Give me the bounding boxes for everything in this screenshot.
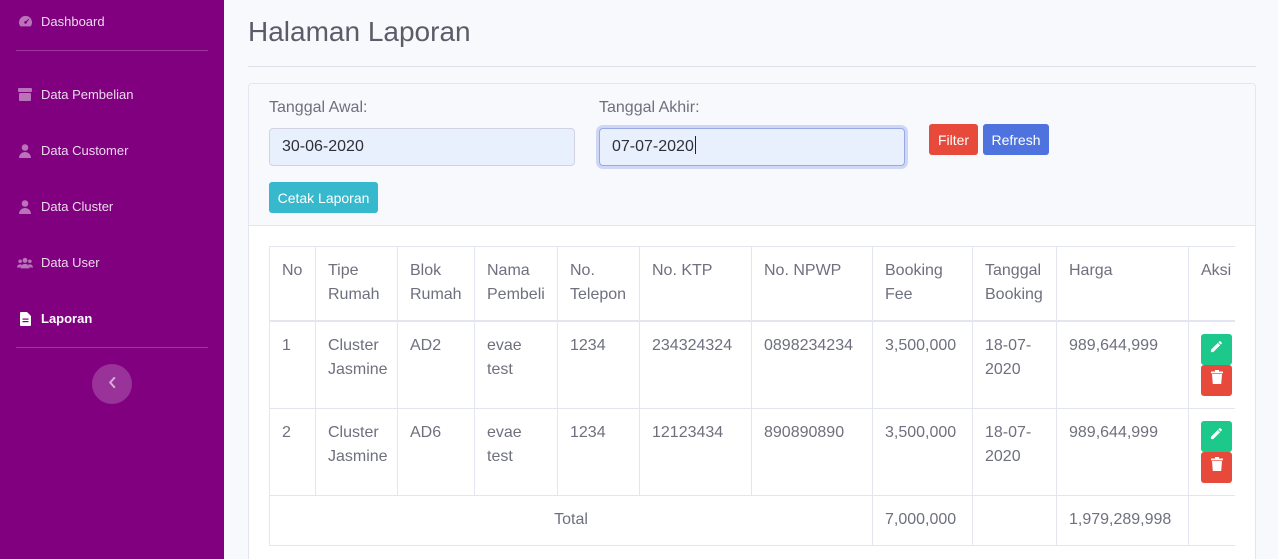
pencil-icon <box>1210 424 1223 448</box>
sidebar-item-data-cluster[interactable]: Data Cluster <box>17 199 113 214</box>
cell-harga: 989,644,999 <box>1056 320 1189 409</box>
sidebar-item-laporan[interactable]: Laporan <box>17 311 92 326</box>
report-card: Tanggal Awal: 30-06-2020 Tanggal Akhir: … <box>248 83 1256 559</box>
tachometer-icon <box>17 15 33 29</box>
cell-blok-rumah: AD6 <box>397 407 475 496</box>
column-header: Tipe Rumah <box>315 246 398 322</box>
chevron-left-icon <box>108 375 116 393</box>
cell-no: 2 <box>269 407 316 496</box>
sidebar-item-label: Data Customer <box>41 143 129 158</box>
sidebar-item-label: Laporan <box>41 311 93 326</box>
cell-harga: 989,644,999 <box>1056 407 1189 496</box>
cell-telepon: 1234 <box>557 407 640 496</box>
sidebar-divider <box>16 347 208 348</box>
sidebar-item-data-user[interactable]: Data User <box>17 255 100 270</box>
sidebar-item-label: Data Pembelian <box>41 87 134 102</box>
cell-nama-pembeli: evae test <box>474 407 558 496</box>
column-header: No. KTP <box>639 246 752 322</box>
cell-ktp: 234324324 <box>639 320 752 409</box>
filter-button[interactable]: Filter <box>929 124 978 155</box>
cell-aksi <box>1188 320 1235 409</box>
total-booking-fee: 7,000,000 <box>872 494 973 546</box>
column-header: No. Telepon <box>557 246 640 322</box>
users-icon <box>17 256 33 270</box>
cell-blok-rumah: AD2 <box>397 320 475 409</box>
pencil-icon <box>1210 337 1223 361</box>
delete-button[interactable] <box>1201 364 1232 396</box>
cell-telepon: 1234 <box>557 320 640 409</box>
cell-nama-pembeli: evae test <box>474 320 558 409</box>
end-date-label: Tanggal Akhir: <box>599 99 700 116</box>
trash-icon <box>1210 455 1223 479</box>
edit-button[interactable] <box>1201 420 1232 452</box>
column-header: Harga <box>1056 246 1189 322</box>
table-row: 1 Cluster Jasmine AD2 evae test 1234 234… <box>269 320 1235 409</box>
trash-icon <box>1210 368 1223 392</box>
start-date-input[interactable]: 30-06-2020 <box>269 128 575 166</box>
report-table-container[interactable]: No Tipe Rumah Blok Rumah Nama Pembeli No… <box>269 246 1235 559</box>
page-title: Halaman Laporan <box>248 16 471 47</box>
cell-no: 1 <box>269 320 316 409</box>
column-header: Booking Fee <box>872 246 973 322</box>
sidebar-divider <box>16 50 208 51</box>
report-table: No Tipe Rumah Blok Rumah Nama Pembeli No… <box>269 246 1235 546</box>
cell-tanggal-booking: 18-07-2020 <box>972 407 1057 496</box>
delete-button[interactable] <box>1201 451 1232 483</box>
total-empty-cell <box>1188 494 1235 546</box>
sidebar-item-data-customer[interactable]: Data Customer <box>17 143 128 158</box>
sidebar-item-label: Data Cluster <box>41 199 114 214</box>
edit-button[interactable] <box>1201 333 1232 365</box>
refresh-button[interactable]: Refresh <box>983 124 1049 155</box>
print-report-button[interactable]: Cetak Laporan <box>269 182 378 213</box>
cell-npwp: 0898234234 <box>751 320 873 409</box>
column-header: Nama Pembeli <box>474 246 558 322</box>
column-header: No. NPWP <box>751 246 873 322</box>
cell-booking-fee: 3,500,000 <box>872 320 973 409</box>
total-label: Total <box>269 494 873 546</box>
table-total-row: Total 7,000,000 1,979,289,998 <box>269 494 1235 546</box>
box-icon <box>17 88 33 102</box>
filter-panel: Tanggal Awal: 30-06-2020 Tanggal Akhir: … <box>249 84 1255 226</box>
cell-booking-fee: 3,500,000 <box>872 407 973 496</box>
user-icon <box>17 143 33 158</box>
cell-npwp: 890890890 <box>751 407 873 496</box>
sidebar: Dashboard Data Pembelian Data Customer D… <box>0 0 224 559</box>
sidebar-item-label: Dashboard <box>41 14 105 29</box>
file-icon <box>17 311 33 326</box>
end-date-input[interactable]: 07-07-2020 <box>599 128 905 166</box>
text-caret <box>694 136 696 154</box>
total-harga: 1,979,289,998 <box>1056 494 1189 546</box>
cell-tipe-rumah: Cluster Jasmine <box>315 407 398 496</box>
column-header: Aksi <box>1188 246 1235 322</box>
sidebar-toggle-button[interactable] <box>92 364 132 404</box>
cell-ktp: 12123434 <box>639 407 752 496</box>
cell-tipe-rumah: Cluster Jasmine <box>315 320 398 409</box>
title-divider <box>248 66 1256 67</box>
sidebar-item-data-pembelian[interactable]: Data Pembelian <box>17 87 134 102</box>
column-header: Tanggal Booking <box>972 246 1057 322</box>
cell-tanggal-booking: 18-07-2020 <box>972 320 1057 409</box>
table-row: 2 Cluster Jasmine AD6 evae test 1234 121… <box>269 407 1235 496</box>
end-date-value: 07-07-2020 <box>612 138 694 155</box>
sidebar-item-label: Data User <box>41 255 100 270</box>
cell-aksi <box>1188 407 1235 496</box>
column-header: Blok Rumah <box>397 246 475 322</box>
total-empty-cell <box>972 494 1057 546</box>
start-date-value: 30-06-2020 <box>282 138 364 155</box>
sidebar-item-dashboard[interactable]: Dashboard <box>17 14 105 29</box>
column-header: No <box>269 246 316 322</box>
start-date-label: Tanggal Awal: <box>269 99 368 116</box>
table-header-row: No Tipe Rumah Blok Rumah Nama Pembeli No… <box>269 246 1235 322</box>
user-icon <box>17 199 33 214</box>
